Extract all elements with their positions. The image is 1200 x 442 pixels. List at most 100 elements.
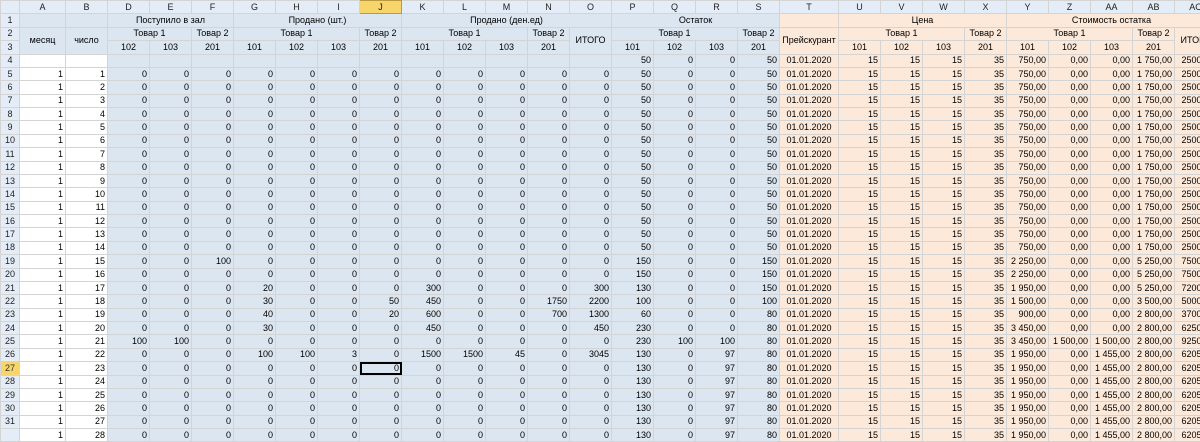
- cell-T15[interactable]: 01.01.2020: [780, 201, 839, 214]
- cell-L25[interactable]: 0: [444, 335, 486, 348]
- cell-D6[interactable]: 0: [108, 81, 150, 94]
- cell-K19[interactable]: 0: [402, 255, 444, 268]
- cell-AA25[interactable]: 1 500,00: [1091, 335, 1133, 348]
- cell-H29[interactable]: 0: [276, 388, 318, 401]
- cell-W15[interactable]: 15: [923, 201, 965, 214]
- cell-R24[interactable]: 0: [696, 322, 738, 335]
- cell-K7[interactable]: 0: [402, 94, 444, 107]
- cell-U5[interactable]: 15: [839, 67, 881, 80]
- cell-G8[interactable]: 0: [234, 108, 276, 121]
- cell-R22[interactable]: 0: [696, 295, 738, 308]
- cell-D26[interactable]: 0: [108, 348, 150, 361]
- cell-AA4[interactable]: 0,00: [1091, 54, 1133, 67]
- cell-AC28[interactable]: 6205,00: [1175, 375, 1200, 388]
- cell-Y12[interactable]: 750,00: [1007, 161, 1049, 174]
- header-month[interactable]: месяц: [20, 27, 66, 54]
- cell-S17[interactable]: 50: [738, 228, 780, 241]
- cell-X27[interactable]: 35: [965, 362, 1007, 375]
- row-header-21[interactable]: 21: [1, 281, 20, 294]
- cell-Q19[interactable]: 0: [654, 255, 696, 268]
- cell-Y5[interactable]: 750,00: [1007, 67, 1049, 80]
- cell-R26[interactable]: 97: [696, 348, 738, 361]
- cell-Y9[interactable]: 750,00: [1007, 121, 1049, 134]
- cell-P26[interactable]: 130: [612, 348, 654, 361]
- cell-G30[interactable]: 0: [234, 402, 276, 415]
- cell-F17[interactable]: 0: [192, 228, 234, 241]
- cell-Pundefined[interactable]: 130: [612, 429, 654, 442]
- cell-AA17[interactable]: 0,00: [1091, 228, 1133, 241]
- cell-X12[interactable]: 35: [965, 161, 1007, 174]
- cell-D5[interactable]: 0: [108, 67, 150, 80]
- row-header-6[interactable]: 6: [1, 81, 20, 94]
- cell-Y15[interactable]: 750,00: [1007, 201, 1049, 214]
- header-price[interactable]: Цена: [839, 14, 1007, 27]
- cell-I8[interactable]: 0: [318, 108, 360, 121]
- cell-R28[interactable]: 97: [696, 375, 738, 388]
- cell-K20[interactable]: 0: [402, 268, 444, 281]
- cell-AC4[interactable]: 2500,00: [1175, 54, 1200, 67]
- cell-I23[interactable]: 0: [318, 308, 360, 321]
- cell-Y31[interactable]: 1 950,00: [1007, 415, 1049, 428]
- cell-E10[interactable]: 0: [150, 134, 192, 147]
- cell-D18[interactable]: 0: [108, 241, 150, 254]
- cell-L13[interactable]: 0: [444, 174, 486, 187]
- cell-M27[interactable]: 0: [486, 362, 528, 375]
- cell-U18[interactable]: 15: [839, 241, 881, 254]
- cell-B27[interactable]: 23: [66, 362, 108, 375]
- cell-B1[interactable]: [66, 14, 108, 27]
- cell-E16[interactable]: 0: [150, 215, 192, 228]
- cell-B28[interactable]: 24: [66, 375, 108, 388]
- cell-M23[interactable]: 0: [486, 308, 528, 321]
- cell-E30[interactable]: 0: [150, 402, 192, 415]
- cell-O4[interactable]: [570, 54, 612, 67]
- cell-G28[interactable]: 0: [234, 375, 276, 388]
- cell-L12[interactable]: 0: [444, 161, 486, 174]
- row-header-29[interactable]: 29: [1, 388, 20, 401]
- cell-P24[interactable]: 230: [612, 322, 654, 335]
- cell-O16[interactable]: 0: [570, 215, 612, 228]
- cell-J4[interactable]: [360, 54, 402, 67]
- code-price-101[interactable]: 101: [839, 41, 881, 54]
- cell-R25[interactable]: 100: [696, 335, 738, 348]
- cell-A10[interactable]: 1: [20, 134, 66, 147]
- cell-B14[interactable]: 10: [66, 188, 108, 201]
- cell-S16[interactable]: 50: [738, 215, 780, 228]
- cell-S13[interactable]: 50: [738, 174, 780, 187]
- cell-S20[interactable]: 150: [738, 268, 780, 281]
- code-value-103[interactable]: 103: [1091, 41, 1133, 54]
- cell-R6[interactable]: 0: [696, 81, 738, 94]
- cell-S4[interactable]: 50: [738, 54, 780, 67]
- cell-X31[interactable]: 35: [965, 415, 1007, 428]
- cell-F21[interactable]: 0: [192, 281, 234, 294]
- cell-Z20[interactable]: 0,00: [1049, 268, 1091, 281]
- cell-A22[interactable]: 1: [20, 295, 66, 308]
- cell-A30[interactable]: 1: [20, 402, 66, 415]
- cell-Z7[interactable]: 0,00: [1049, 94, 1091, 107]
- cell-D20[interactable]: 0: [108, 268, 150, 281]
- cell-J27[interactable]: 0: [360, 362, 402, 375]
- column-header-s[interactable]: S: [738, 1, 780, 14]
- cell-Z31[interactable]: 0,00: [1049, 415, 1091, 428]
- cell-F31[interactable]: 0: [192, 415, 234, 428]
- cell-U9[interactable]: 15: [839, 121, 881, 134]
- header-soldqty-product1[interactable]: Товар 1: [234, 27, 360, 40]
- cell-F18[interactable]: 0: [192, 241, 234, 254]
- cell-Z10[interactable]: 0,00: [1049, 134, 1091, 147]
- cell-Z23[interactable]: 0,00: [1049, 308, 1091, 321]
- cell-Sundefined[interactable]: 80: [738, 429, 780, 442]
- cell-H17[interactable]: 0: [276, 228, 318, 241]
- cell-V10[interactable]: 15: [881, 134, 923, 147]
- cell-Y11[interactable]: 750,00: [1007, 148, 1049, 161]
- cell-Q28[interactable]: 0: [654, 375, 696, 388]
- cell-P6[interactable]: 50: [612, 81, 654, 94]
- column-header-e[interactable]: E: [150, 1, 192, 14]
- cell-AC16[interactable]: 2500,00: [1175, 215, 1200, 228]
- cell-O26[interactable]: 3045: [570, 348, 612, 361]
- code-received-103[interactable]: 103: [150, 41, 192, 54]
- row-header-16[interactable]: 16: [1, 215, 20, 228]
- cell-U7[interactable]: 15: [839, 94, 881, 107]
- cell-N16[interactable]: 0: [528, 215, 570, 228]
- header-soldmoney-total[interactable]: ИТОГО: [570, 27, 612, 54]
- cell-S22[interactable]: 100: [738, 295, 780, 308]
- cell-P14[interactable]: 50: [612, 188, 654, 201]
